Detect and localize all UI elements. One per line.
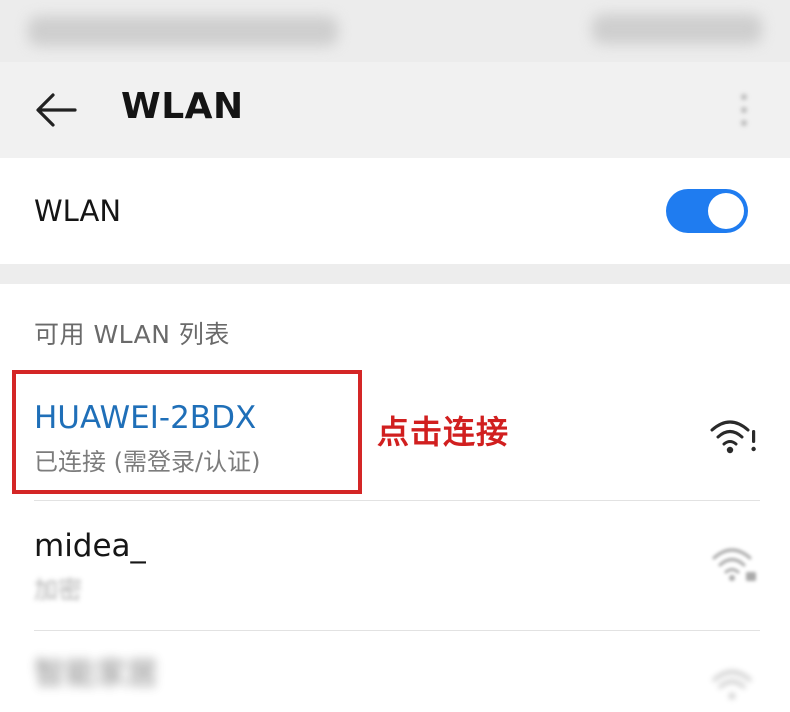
switch-knob [708, 193, 744, 229]
wlan-settings-screen: WLAN WLAN 可用 WLAN 列表 HUAWEI-2BDX 已连接 (需登… [0, 0, 790, 712]
status-bar [0, 0, 790, 62]
wlan-toggle-row[interactable]: WLAN [0, 158, 790, 264]
wlan-toggle-label: WLAN [34, 194, 122, 228]
available-networks-header: 可用 WLAN 列表 [34, 320, 230, 349]
network-name: midea_c [34, 528, 146, 564]
wifi-lock-icon [712, 548, 756, 581]
network-status: 加密 [34, 576, 82, 604]
highlight-box [12, 370, 362, 494]
network-list: 可用 WLAN 列表 HUAWEI-2BDX 已连接 (需登录/认证) 点击连接… [0, 284, 790, 712]
status-bar-right-blur [592, 14, 762, 44]
network-name-clip: midea_c [34, 526, 146, 570]
section-gap [0, 264, 790, 284]
status-bar-left-blur [28, 16, 338, 46]
arrow-left-icon [36, 93, 77, 127]
annotation-text: 点击连接 [377, 413, 510, 451]
wifi-alert-icon [710, 420, 756, 454]
app-bar: WLAN [0, 62, 790, 158]
back-button[interactable] [26, 80, 86, 140]
network-item-third[interactable]: 智能家居 [0, 630, 790, 712]
network-item-midea[interactable]: midea_c 加密 [0, 500, 790, 630]
more-vertical-icon-dot [741, 120, 747, 126]
more-options-button[interactable] [724, 82, 764, 138]
wlan-switch[interactable] [666, 189, 748, 233]
more-vertical-icon-dot [741, 107, 747, 113]
network-name: 智能家居 [34, 656, 158, 692]
page-title: WLAN [121, 86, 244, 127]
more-vertical-icon [741, 94, 747, 100]
wifi-lock-icon [712, 670, 752, 699]
